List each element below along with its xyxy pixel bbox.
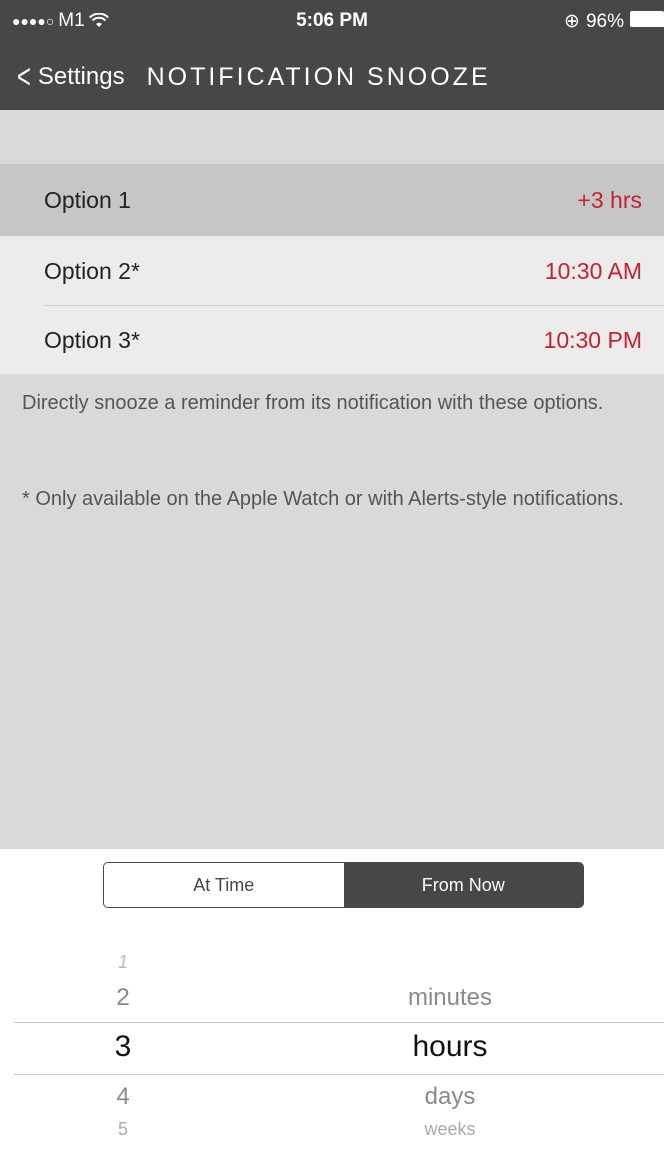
page-title: NOTIFICATION SNOOZE: [146, 62, 491, 91]
unit-picker-item[interactable]: days: [360, 1083, 540, 1111]
unit-picker-selected[interactable]: hours: [360, 1030, 540, 1064]
picker-selection-top-line: [14, 1022, 664, 1023]
top-bar: ●●●●○ M1 5:06 PM ⊕ 96% < Settings NOTIFI…: [0, 0, 664, 110]
option-row-2[interactable]: Option 2* 10:30 AM: [0, 236, 664, 306]
picker-panel: At Time From Now 1 2 3 4 5 minutes hours…: [0, 849, 664, 1156]
back-button[interactable]: < Settings: [14, 58, 125, 96]
option-label: Option 2*: [44, 257, 140, 284]
navigation-bar: < Settings NOTIFICATION SNOOZE: [0, 54, 664, 100]
option-row-3[interactable]: Option 3* 10:30 PM: [0, 306, 664, 374]
list-header-spacer: [0, 110, 664, 164]
footer-note: * Only available on the Apple Watch or w…: [22, 488, 624, 510]
picker-selection-bottom-line: [14, 1074, 664, 1075]
battery-icon: [630, 10, 664, 33]
unit-picker-item[interactable]: minutes: [360, 984, 540, 1012]
battery-info: ⊕ 96%: [564, 10, 664, 33]
chevron-left-icon: <: [16, 58, 31, 96]
unit-picker-item[interactable]: weeks: [360, 1119, 540, 1140]
back-label: Settings: [37, 63, 125, 90]
number-picker-item[interactable]: 1: [90, 952, 156, 973]
option-row-1[interactable]: Option 1 +3 hrs: [0, 164, 664, 236]
segment-at-time[interactable]: At Time: [104, 863, 344, 907]
segment-from-now[interactable]: From Now: [343, 863, 583, 907]
footer-description: Directly snooze a reminder from its noti…: [22, 392, 604, 414]
option-value: 10:30 PM: [543, 326, 642, 353]
option-value: +3 hrs: [577, 186, 642, 213]
battery-percentage: 96%: [585, 10, 624, 32]
status-bar: ●●●●○ M1 5:06 PM ⊕ 96%: [0, 0, 664, 40]
option-label: Option 1: [44, 186, 131, 213]
number-picker-item[interactable]: 4: [90, 1083, 156, 1111]
mode-segmented-control: At Time From Now: [103, 862, 584, 908]
number-picker-item[interactable]: 2: [90, 984, 156, 1012]
option-value: 10:30 AM: [544, 257, 642, 284]
option-label: Option 3*: [44, 326, 140, 353]
number-picker-item[interactable]: 5: [90, 1119, 156, 1140]
orientation-lock-icon: ⊕: [564, 11, 580, 32]
number-picker-selected[interactable]: 3: [90, 1030, 156, 1064]
